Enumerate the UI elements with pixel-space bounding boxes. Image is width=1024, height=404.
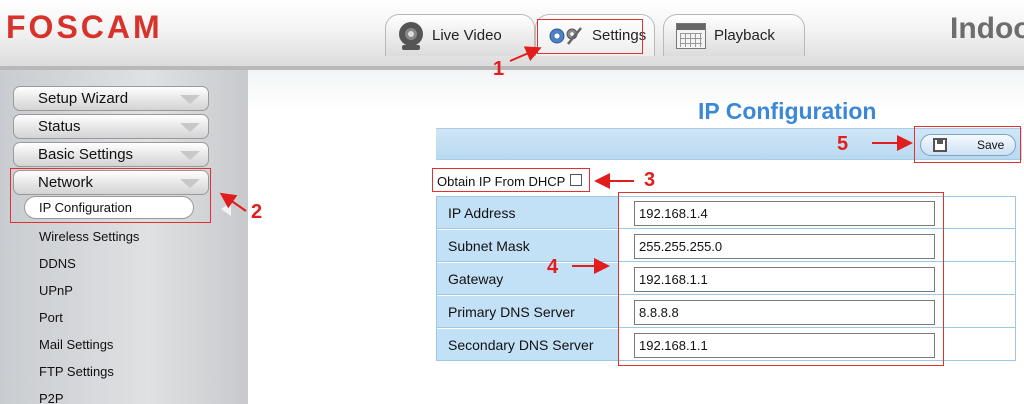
ip-address-label: IP Address bbox=[437, 197, 618, 229]
secondary-dns-label: Secondary DNS Server bbox=[437, 329, 618, 361]
tab-playback-label: Playback bbox=[714, 27, 775, 44]
chevron-down-icon bbox=[180, 151, 200, 160]
annotation-box-settings bbox=[537, 19, 643, 54]
content-top-band bbox=[248, 70, 1024, 110]
menu-status[interactable]: Status bbox=[13, 114, 209, 139]
annotation-box-ip-fields bbox=[618, 192, 944, 366]
tab-live-video-label: Live Video bbox=[432, 27, 502, 44]
tab-live-video[interactable]: Live Video bbox=[385, 14, 535, 56]
sidebar-item-ddns[interactable]: DDNS bbox=[39, 256, 76, 271]
sidebar-item-wireless-settings[interactable]: Wireless Settings bbox=[39, 229, 139, 244]
menu-setup-wizard-label: Setup Wizard bbox=[38, 90, 129, 107]
menu-setup-wizard[interactable]: Setup Wizard bbox=[13, 86, 209, 111]
gateway-label: Gateway bbox=[437, 263, 618, 295]
menu-status-label: Status bbox=[38, 118, 81, 135]
annotation-box-network bbox=[10, 168, 211, 223]
annotation-box-save bbox=[914, 126, 1021, 163]
sidebar-item-p2p[interactable]: P2P bbox=[39, 391, 64, 404]
annotation-box-dhcp bbox=[432, 168, 590, 192]
chevron-down-icon bbox=[180, 95, 200, 104]
device-name: Indoo bbox=[950, 12, 1024, 45]
annotation-number-4: 4 bbox=[547, 256, 559, 278]
menu-basic-settings-label: Basic Settings bbox=[38, 146, 134, 163]
webcam-icon bbox=[398, 21, 424, 50]
foscam-logo: FOSCAM bbox=[6, 9, 163, 45]
subnet-mask-label: Subnet Mask bbox=[437, 230, 618, 262]
annotation-number-1: 1 bbox=[493, 58, 505, 80]
sidebar-item-mail-settings[interactable]: Mail Settings bbox=[39, 337, 113, 352]
sidebar-item-upnp[interactable]: UPnP bbox=[39, 283, 73, 298]
active-pointer-icon bbox=[221, 202, 231, 216]
primary-dns-label: Primary DNS Server bbox=[437, 296, 618, 328]
sidebar-item-port[interactable]: Port bbox=[39, 310, 63, 325]
calendar-icon bbox=[676, 22, 706, 49]
annotation-number-2: 2 bbox=[251, 201, 263, 223]
page-title: IP Configuration bbox=[698, 98, 877, 124]
annotation-number-3: 3 bbox=[644, 169, 656, 191]
annotation-number-5: 5 bbox=[837, 133, 849, 155]
chevron-down-icon bbox=[180, 123, 200, 132]
sidebar-item-ftp-settings[interactable]: FTP Settings bbox=[39, 364, 114, 379]
menu-basic-settings[interactable]: Basic Settings bbox=[13, 142, 209, 167]
tab-playback[interactable]: Playback bbox=[663, 14, 805, 56]
